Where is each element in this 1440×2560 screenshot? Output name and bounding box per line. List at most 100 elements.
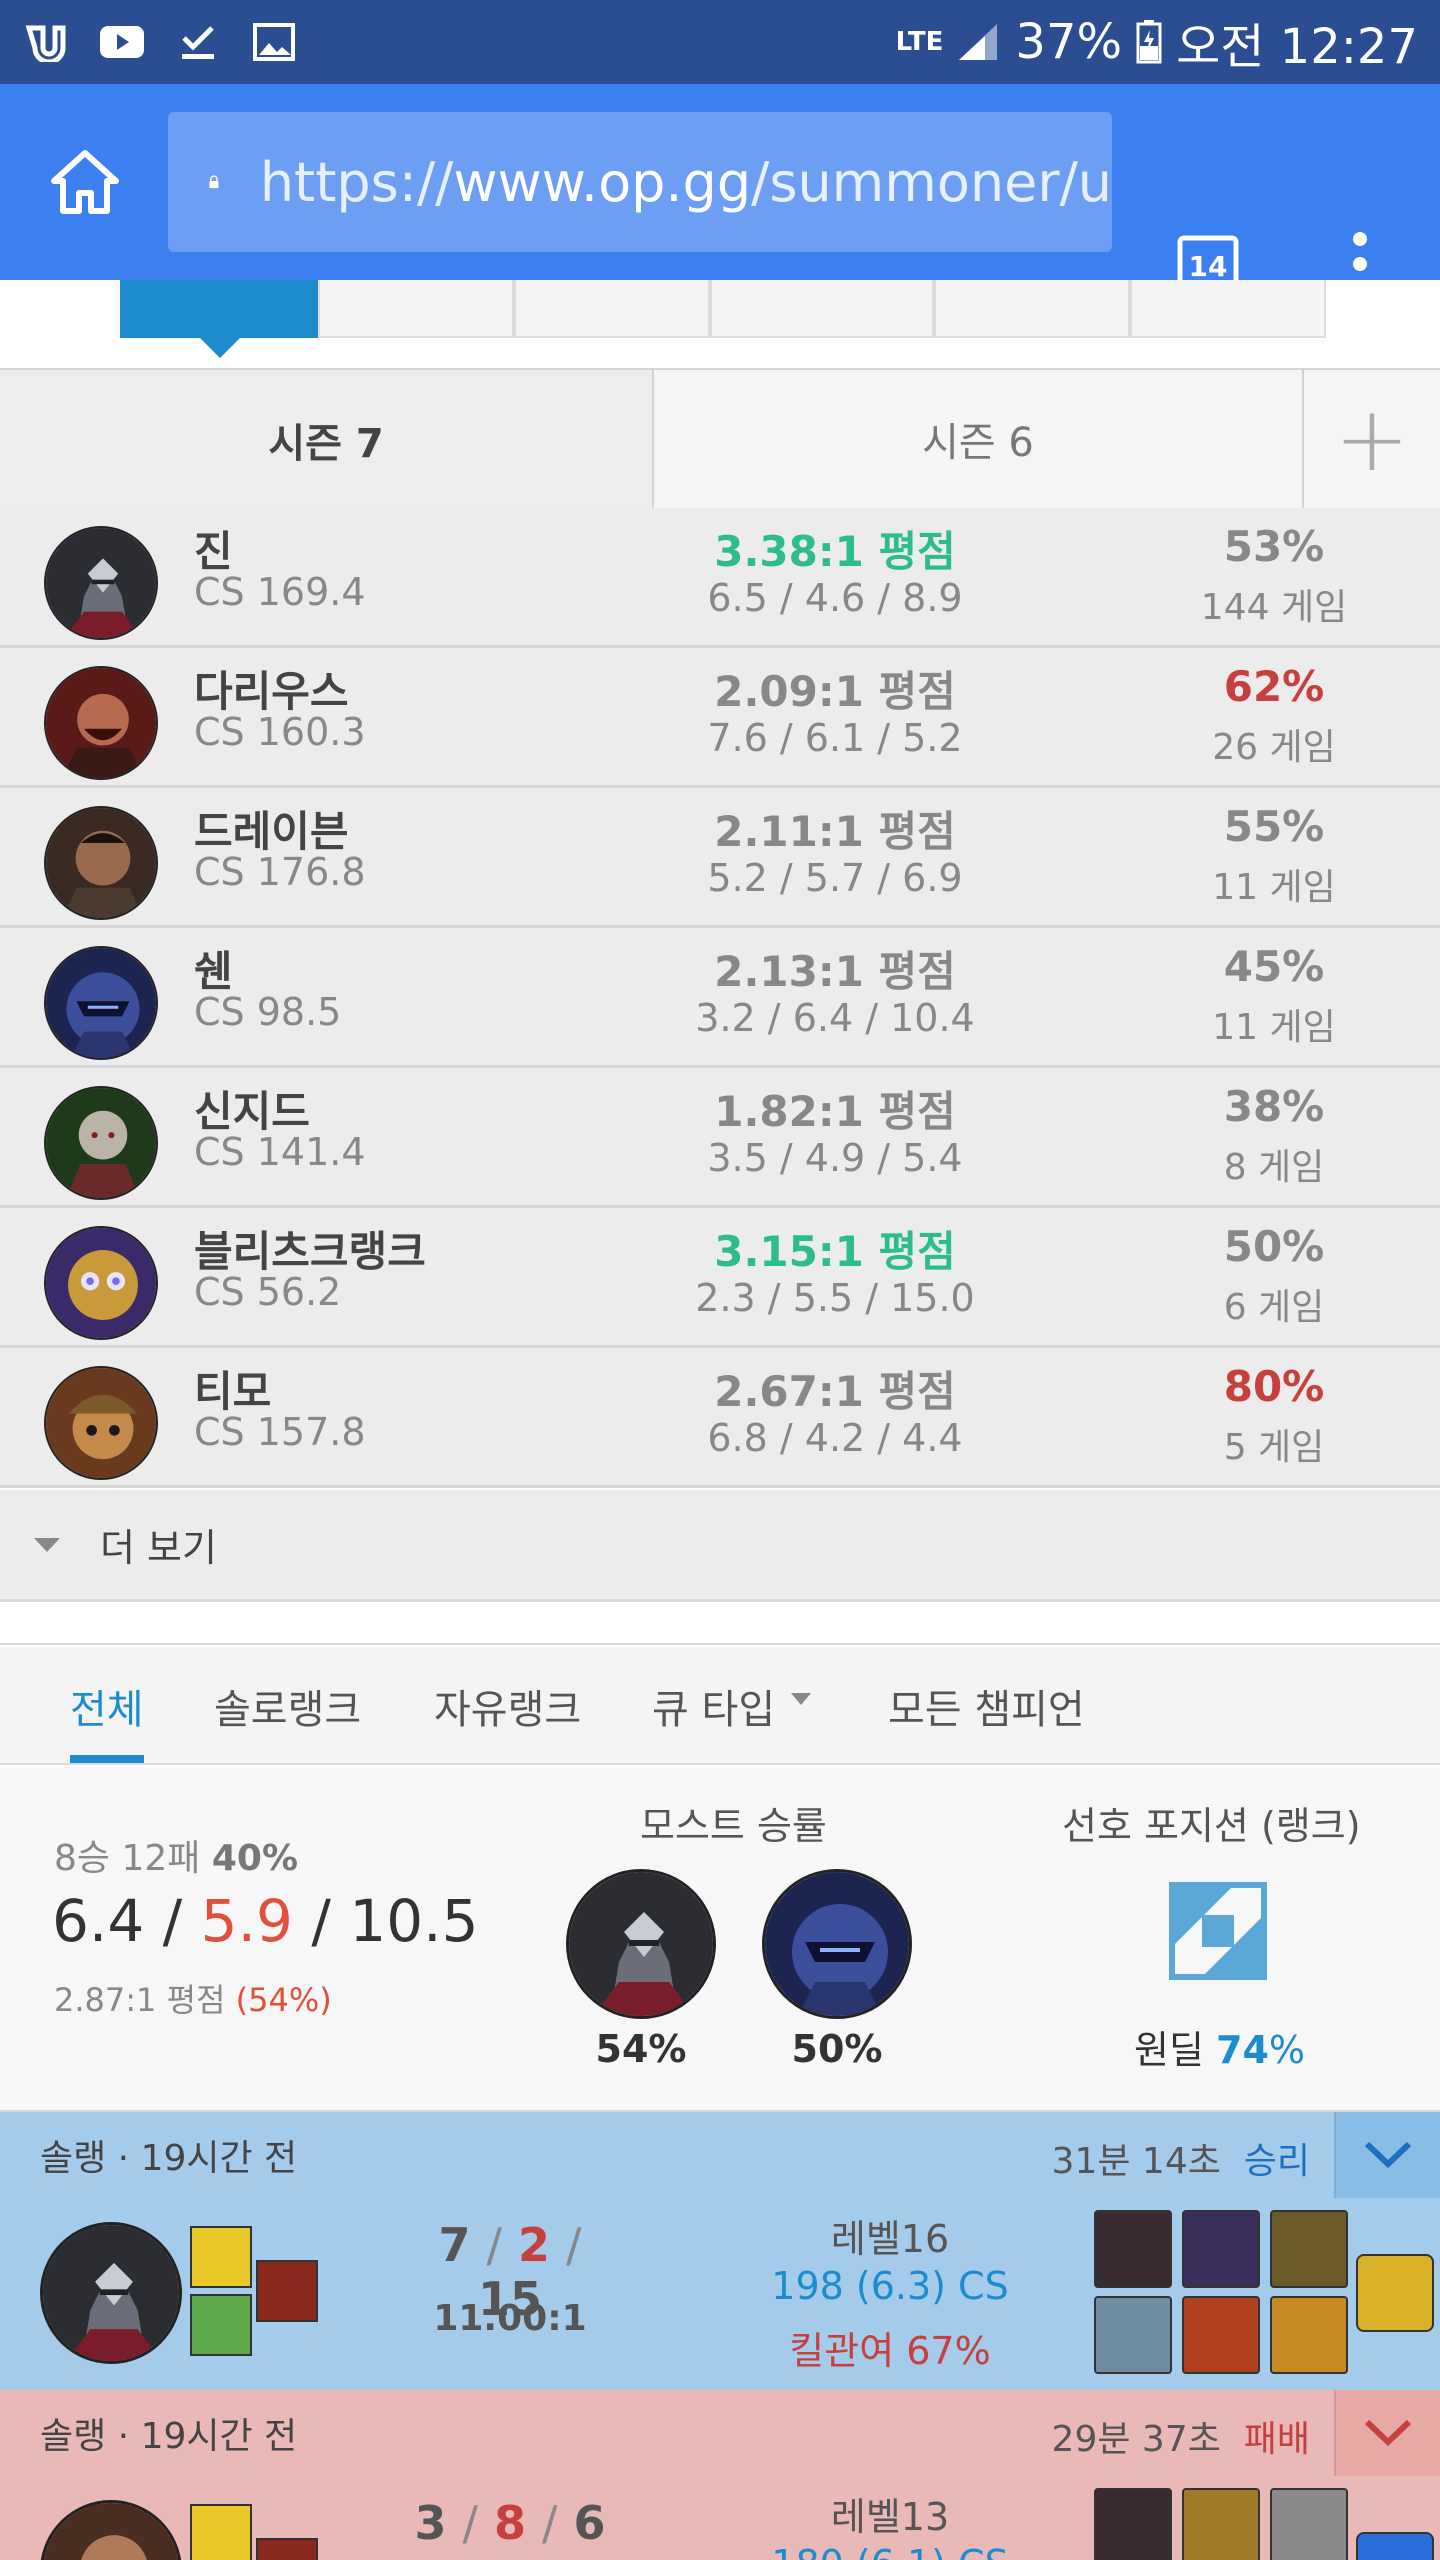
match-row-loss[interactable]: 솔랭 · 19시간 전 29분 37초 패배 3 / 8 / 6 레벨13 18… [0, 2390, 1440, 2560]
tab-3[interactable] [514, 280, 710, 338]
tab-4[interactable] [710, 280, 934, 338]
preferred-position-title: 선호 포지션 (랭크) [1062, 1804, 1361, 1848]
position-pct: 74 [1216, 2028, 1269, 2072]
summoner-spell-heal-icon [190, 2294, 252, 2356]
champion-avatar[interactable] [44, 1086, 158, 1200]
most-champion-avatar-1[interactable] [566, 1869, 716, 2019]
show-more-button[interactable]: 더 보기 [0, 1490, 1440, 1602]
champion-stats-list: 진 CS 169.4 3.38:1 평점 6.5 / 4.6 / 8.9 53% 144 … [0, 508, 1440, 1488]
lock-icon [209, 175, 219, 189]
champion-avatar[interactable] [44, 1366, 158, 1480]
champion-cs: CS 56.2 [194, 1270, 342, 1314]
tab-5[interactable] [934, 280, 1130, 338]
champion-row[interactable]: 다리우스 CS 160.3 2.09:1 평점 7.6 / 6.1 / 5.2 62% 2… [0, 648, 1440, 788]
battery-icon [1136, 20, 1162, 64]
most-champion-avatar-2[interactable] [762, 1869, 912, 2019]
tab-season-7[interactable]: 시즌 7 [0, 370, 652, 510]
match-champion-avatar[interactable] [40, 2500, 182, 2560]
champion-cs: CS 98.5 [194, 990, 342, 1034]
filter-tab-solo[interactable]: 솔로랭크 [214, 1677, 361, 1735]
match-queue-time: 솔랭 · 19시간 전 [40, 2416, 298, 2457]
match-header: 솔랭 · 19시간 전 29분 37초 패배 [0, 2390, 1440, 2476]
match-level: 레벨16 [830, 2217, 950, 2261]
champion-avatar[interactable] [44, 946, 158, 1060]
most-winrate-title: 모스트 승률 [640, 1804, 827, 1848]
item-gauntlet-icon [1182, 2488, 1260, 2560]
url-host: www.op.gg [453, 150, 752, 214]
champion-avatar[interactable] [44, 806, 158, 920]
record-text: 8승 12패 [54, 1838, 201, 1879]
champion-winrate: 38% [1223, 1082, 1325, 1131]
image-icon [250, 22, 298, 62]
filter-champions[interactable]: 모든 챔피언 [888, 1677, 1085, 1735]
expand-match-button[interactable] [1334, 2390, 1440, 2476]
champion-row[interactable]: 신지드 CS 141.4 1.82:1 평점 3.5 / 4.9 / 5.4 38% 8 … [0, 1068, 1440, 1208]
tab-season-6[interactable]: 시즌 6 [652, 370, 1304, 510]
match-champion-avatar[interactable] [40, 2222, 182, 2364]
champion-kda-ratio: 3.38:1 평점 [714, 527, 956, 576]
tab-2[interactable] [318, 280, 514, 338]
champion-row[interactable]: 블리츠크랭크 CS 56.2 3.15:1 평점 2.3 / 5.5 / 15.0 50… [0, 1208, 1440, 1348]
app-notification-icon [22, 22, 70, 62]
position-name: 원딜 [1134, 2028, 1204, 2072]
match-result: 승리 [1243, 2141, 1310, 2182]
champion-winrate: 53% [1223, 522, 1325, 571]
champion-games: 11 게임 [1212, 1007, 1336, 1048]
url-scheme: https:// [259, 150, 454, 214]
average-kda: 6.4 / 5.9 / 10.5 [52, 1887, 479, 1955]
filter-tab-all[interactable]: 전체 [70, 1677, 144, 1735]
item-blade-icon [1182, 2210, 1260, 2288]
champion-row[interactable]: 드레이븐 CS 176.8 2.11:1 평점 5.2 / 5.7 / 6.9 55% 1… [0, 788, 1440, 928]
champion-kda: 2.3 / 5.5 / 15.0 [695, 1276, 975, 1320]
avg-deaths: 5.9 [200, 1887, 293, 1955]
checkmark-download-icon [174, 22, 222, 62]
match-duration: 29분 37초 [1051, 2419, 1221, 2460]
filter-tab-flex[interactable]: 자유랭크 [434, 1677, 581, 1735]
champion-winrate: 80% [1223, 1362, 1325, 1411]
home-button[interactable] [0, 84, 170, 280]
champion-games: 8 게임 [1223, 1147, 1325, 1188]
champion-cs: CS 157.8 [194, 1410, 366, 1454]
champion-games: 11 게임 [1212, 867, 1336, 908]
network-type: LTE [895, 27, 944, 57]
trinket-icon [1356, 2532, 1434, 2560]
match-kda: 3 / 8 / 6 [414, 2496, 606, 2550]
filter-queue-type[interactable]: 큐 타입 [652, 1677, 812, 1735]
match-kills: 7 [438, 2218, 471, 2272]
champion-avatar[interactable] [44, 666, 158, 780]
match-row-win[interactable]: 솔랭 · 19시간 전 31분 14초 승리 7 / 2 / 15 11.00:… [0, 2112, 1440, 2390]
champion-cs: CS 141.4 [194, 1130, 366, 1174]
champion-avatar[interactable] [44, 526, 158, 640]
champion-row[interactable]: 쉔 CS 98.5 2.13:1 평점 3.2 / 6.4 / 10.4 45% 11 게… [0, 928, 1440, 1068]
item-wings-icon [1270, 2210, 1348, 2288]
champion-row[interactable]: 티모 CS 157.8 2.67:1 평점 6.8 / 4.2 / 4.4 80% 5 게… [0, 1348, 1440, 1488]
match-body: 3 / 8 / 6 레벨13 180 (6.1) CS [0, 2476, 1440, 2560]
expand-match-button[interactable] [1334, 2112, 1440, 2198]
chevron-down-icon [1364, 2141, 1412, 2169]
match-duration: 31분 14초 [1051, 2141, 1221, 2182]
show-more-label: 더 보기 [100, 1526, 217, 1570]
tab-overview[interactable] [120, 280, 318, 338]
champion-row[interactable]: 진 CS 169.4 3.38:1 평점 6.5 / 4.6 / 8.9 53% 144 … [0, 508, 1440, 648]
item-cannon-icon [1182, 2296, 1260, 2374]
add-season-button[interactable]: + [1304, 370, 1440, 510]
battery-percent: 37% [1015, 14, 1123, 70]
champion-kda: 3.5 / 4.9 / 5.4 [707, 1136, 963, 1180]
most-champion-pct-2: 50% [791, 2027, 883, 2071]
active-filter-underline [70, 1755, 144, 1763]
kda-ratio-text: 2.87:1 평점 [54, 1981, 226, 2019]
rune-icon [256, 2538, 318, 2560]
browser-toolbar: https://www.op.gg/summoner/u 14 [0, 84, 1440, 297]
url-text[interactable]: https://www.op.gg/summoner/u [260, 151, 1112, 214]
champion-winrate: 55% [1223, 802, 1325, 851]
champion-kda: 6.5 / 4.6 / 8.9 [707, 576, 963, 620]
champion-avatar[interactable] [44, 1226, 158, 1340]
match-body: 7 / 2 / 15 11.00:1 레벨16 198 (6.3) CS 킬관여… [0, 2198, 1440, 2390]
address-bar[interactable]: https://www.op.gg/summoner/u [168, 112, 1112, 252]
champion-games: 144 게임 [1200, 587, 1348, 628]
match-cs: 198 (6.3) CS [771, 2264, 1009, 2308]
champion-kda-ratio: 2.11:1 평점 [714, 807, 956, 856]
item-sword-icon [1094, 2488, 1172, 2560]
summoner-spell-flash-icon [190, 2504, 252, 2560]
tab-6[interactable] [1130, 280, 1326, 338]
